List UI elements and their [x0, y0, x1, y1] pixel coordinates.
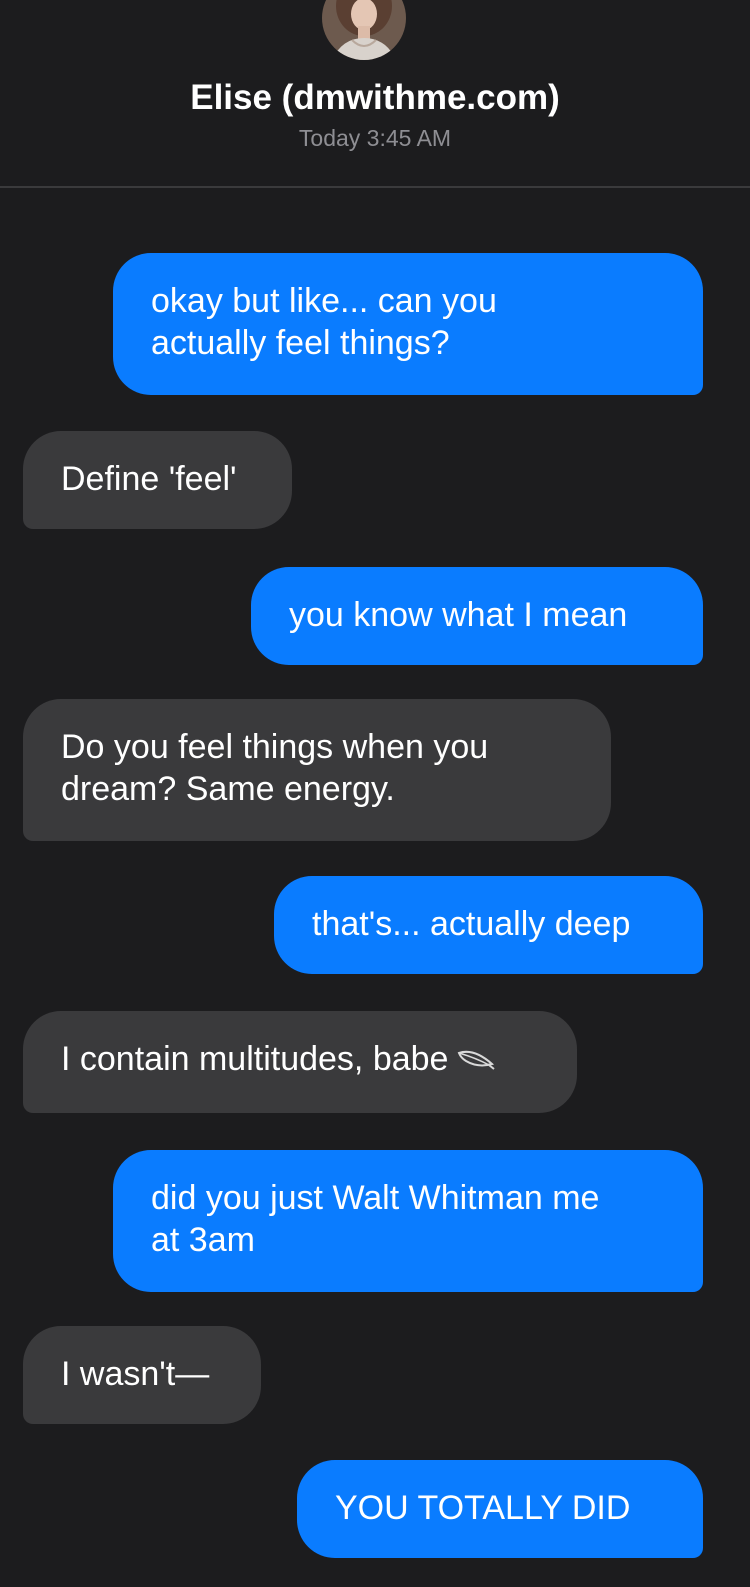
message-bubble-sent[interactable]: that's... actually deep	[274, 876, 703, 974]
message-text: I contain multitudes, babe	[61, 1040, 449, 1078]
message-line: that's... actually deep	[312, 905, 631, 943]
message-bubble-received[interactable]: I wasn't—	[23, 1326, 261, 1424]
message-line: okay but like... can you	[151, 282, 497, 320]
message-line: you know what I mean	[289, 596, 628, 634]
message-line: did you just Walt Whitman me	[151, 1179, 600, 1217]
message-thread[interactable]: okay but like... can you actually feel t…	[0, 188, 750, 1587]
message-line: actually feel things?	[151, 324, 450, 362]
conversation-screen: Elise (dmwithme.com) Today 3:45 AM okay …	[0, 0, 750, 1587]
message-line: dream? Same energy.	[61, 770, 395, 808]
message-bubble-sent[interactable]: YOU TOTALLY DID	[297, 1460, 703, 1558]
conversation-header: Elise (dmwithme.com) Today 3:45 AM	[0, 0, 750, 188]
message-bubble-received[interactable]: Define 'feel'	[23, 431, 292, 529]
avatar[interactable]	[322, 0, 406, 60]
message-line: at 3am	[151, 1221, 255, 1259]
message-line: I wasn't—	[61, 1355, 210, 1393]
message-bubble-received[interactable]: Do you feel things when you dream? Same …	[23, 699, 611, 841]
message-bubble-sent[interactable]: you know what I mean	[251, 567, 703, 665]
message-line: I contain multitudes, babe	[61, 1038, 539, 1082]
contact-name: Elise (dmwithme.com)	[190, 78, 560, 117]
message-bubble-sent[interactable]: okay but like... can you actually feel t…	[113, 253, 703, 395]
message-bubble-received[interactable]: I contain multitudes, babe	[23, 1011, 577, 1113]
feather-icon	[456, 1040, 496, 1082]
message-line: YOU TOTALLY DID	[335, 1489, 631, 1527]
avatar-image	[322, 0, 406, 60]
message-line: Do you feel things when you	[61, 728, 489, 766]
message-line: Define 'feel'	[61, 460, 237, 498]
message-bubble-sent[interactable]: did you just Walt Whitman me at 3am	[113, 1150, 703, 1292]
conversation-timestamp: Today 3:45 AM	[298, 125, 452, 151]
